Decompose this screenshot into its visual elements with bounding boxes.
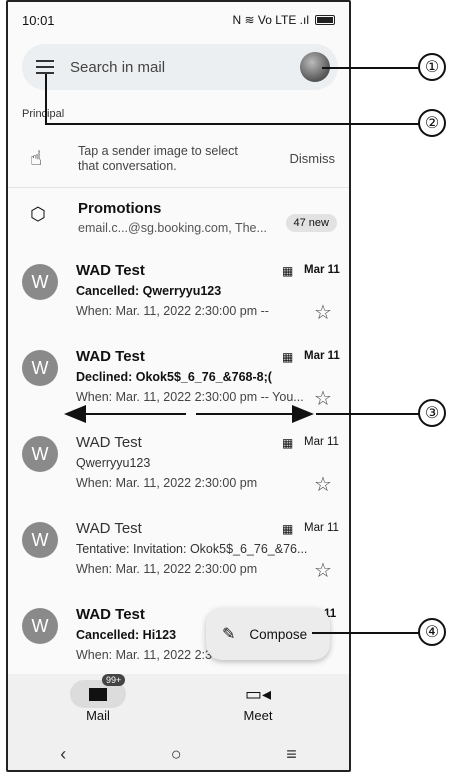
phone-frame: 10:01 N ≋ Vo LTE .ıl Search in mail Prin… [6,0,351,772]
callout-2: ② [418,109,446,137]
sender-avatar[interactable]: W [22,522,58,558]
mail-row[interactable]: W WAD Test Qwerryyu123 When: Mar. 11, 20… [8,428,349,514]
mail-snippet: When: Mar. 11, 2022 2:30:00 pm -- [76,304,269,318]
tap-hand-icon: ☝ [30,148,43,170]
star-icon[interactable]: ☆ [314,472,332,497]
mail-sender: WAD Test [76,434,142,451]
promotions-row[interactable]: ⬡ Promotions email.c...@sg.booking.com, … [8,194,349,246]
star-icon[interactable]: ☆ [314,386,332,411]
compose-label: Compose [249,626,308,642]
promotions-title: Promotions [78,200,162,217]
callout-3-line [316,413,420,415]
home-icon[interactable]: ○ [171,744,182,765]
mail-date: Mar 11 [304,522,339,534]
callout-1-line [322,67,422,69]
menu-icon[interactable] [36,60,54,74]
mail-row[interactable]: W WAD Test Tentative: Invitation: Okok5$… [8,514,349,600]
nav-mail-label: Mail [86,708,110,723]
sender-avatar[interactable]: W [22,264,58,300]
star-icon[interactable]: ☆ [314,300,332,325]
mail-sender: WAD Test [76,348,145,365]
calendar-icon: ▦ [282,264,294,278]
nav-meet[interactable]: ▭◂ Meet [208,680,308,724]
status-bar: 10:01 N ≋ Vo LTE .ıl [8,2,349,38]
system-nav-bar: ‹ ○ ≡ [8,736,349,770]
unread-count-badge: 99+ [102,674,126,686]
search-input[interactable]: Search in mail [70,59,300,76]
section-label: Principal [22,108,65,120]
back-icon[interactable]: ‹ [60,744,66,765]
mail-subject: Tentative: Invitation: Okok5$_6_76_&76..… [76,542,308,556]
callout-4-line [312,632,420,634]
compose-button[interactable]: ✎ Compose [206,608,330,660]
mail-sender: WAD Test [76,262,145,279]
tip-text: Tap a sender image to select that conver… [78,144,290,174]
recents-icon[interactable]: ≡ [286,744,297,765]
callout-1: ① [418,53,446,81]
mail-sender: WAD Test [76,606,145,623]
callout-3: ③ [418,399,446,427]
tip-text-line2: that conversation. [78,158,177,173]
mail-sender: WAD Test [76,520,142,537]
tip-row: ☝ Tap a sender image to select that conv… [8,130,349,188]
network-icons: N ≋ Vo LTE .ıl [232,13,309,27]
video-icon: ▭◂ [244,683,272,704]
callout-2-line [45,123,419,125]
mail-date: Mar 11 [304,436,339,448]
swipe-right-line [196,413,296,415]
promotions-snippet: email.c...@sg.booking.com, The... [78,221,267,235]
tag-icon: ⬡ [30,204,46,224]
calendar-icon: ▦ [282,436,294,450]
mail-tab-pill: 99+ [70,674,126,708]
new-count-badge: 47 new [285,214,337,232]
battery-icon [315,15,335,25]
sender-avatar[interactable]: W [22,350,58,386]
mail-date: Mar 11 [304,350,340,362]
swipe-left-arrowhead [64,405,86,423]
mail-subject: Declined: Okok5$_6_76_&768-8;( [76,370,272,384]
nav-mail[interactable]: 99+ Mail [48,674,148,723]
nav-meet-label: Meet [243,708,273,723]
calendar-icon: ▦ [282,522,294,536]
status-time: 10:01 [22,12,55,28]
mail-date: Mar 11 [304,264,340,276]
mail-subject: Qwerryyu123 [76,456,151,470]
sender-avatar[interactable]: W [22,436,58,472]
star-icon[interactable]: ☆ [314,558,332,583]
callout-4: ④ [418,618,446,646]
envelope-icon [89,687,107,701]
sender-avatar[interactable]: W [22,608,58,644]
calendar-icon: ▦ [282,350,294,364]
dismiss-button[interactable]: Dismiss [290,151,336,166]
mail-snippet: When: Mar. 11, 2022 2:30:00 pm [76,476,258,490]
mail-snippet: When: Mar. 11, 2022 2:30:00 pm -- You... [76,390,304,404]
pencil-icon: ✎ [222,626,236,643]
mail-snippet: When: Mar. 11, 2022 2:30:00 pm [76,562,258,576]
promotions-body: Promotions email.c...@sg.booking.com, Th… [78,200,286,235]
swipe-left-line [84,413,186,415]
status-icons: N ≋ Vo LTE .ıl [232,13,335,27]
search-bar[interactable]: Search in mail [22,44,338,90]
tip-text-line1: Tap a sender image to select [78,143,238,158]
mail-row[interactable]: W WAD Test Cancelled: Qwerryyu123 When: … [8,256,349,342]
mail-subject: Cancelled: Qwerryyu123 [76,284,222,298]
bottom-nav: 99+ Mail ▭◂ Meet [8,674,349,736]
callout-2-vline [45,74,47,124]
swipe-right-arrowhead [292,405,314,423]
